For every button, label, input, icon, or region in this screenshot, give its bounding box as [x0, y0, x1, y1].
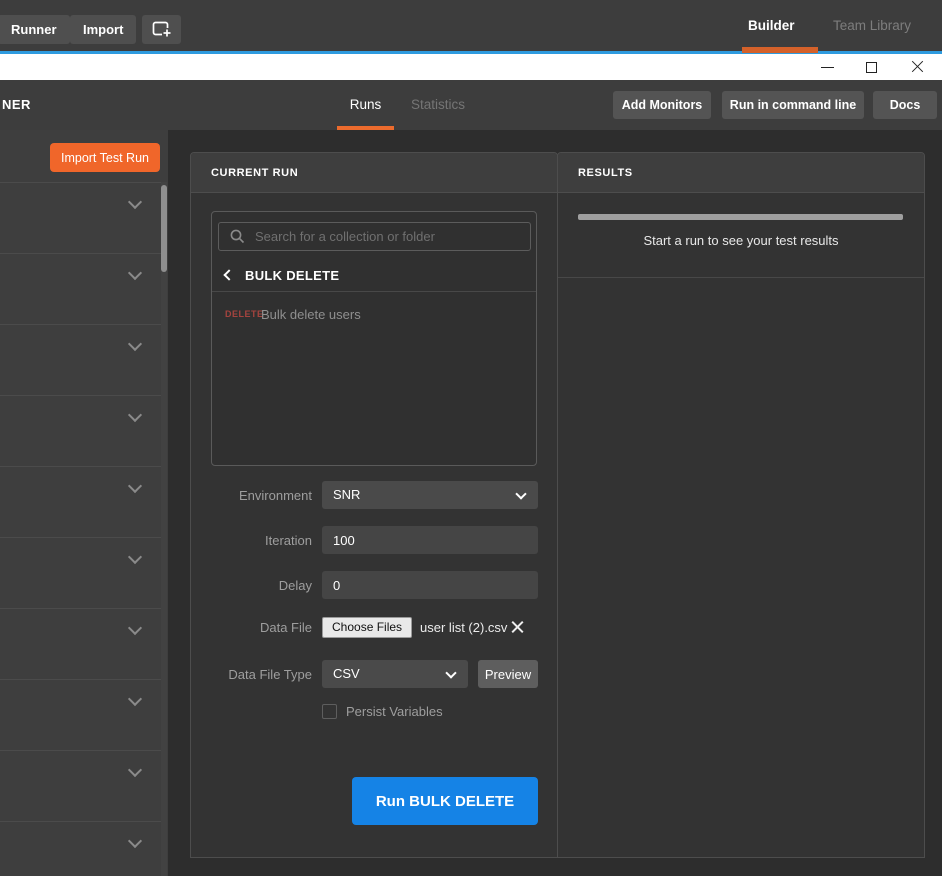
runner-title: NER	[2, 80, 31, 130]
chevron-down-icon[interactable]	[128, 692, 142, 706]
maximize-button[interactable]	[856, 54, 886, 80]
past-run-item[interactable]	[0, 467, 162, 538]
chevron-down-icon	[515, 488, 526, 499]
close-button[interactable]	[902, 54, 932, 80]
chevron-down-icon[interactable]	[128, 550, 142, 564]
past-run-item[interactable]	[0, 751, 162, 822]
minimize-button[interactable]	[812, 54, 842, 80]
results-panel: RESULTS Start a run to see your test res…	[557, 152, 925, 858]
maximize-icon	[866, 62, 877, 73]
results-header: RESULTS	[558, 153, 924, 193]
data-file-label: Data File	[191, 620, 322, 635]
run-progress-bar	[578, 214, 903, 220]
run-collection-button[interactable]: Run BULK DELETE	[352, 777, 538, 825]
delay-input[interactable]	[322, 571, 538, 599]
new-collection-icon	[152, 21, 172, 38]
chevron-down-icon[interactable]	[128, 195, 142, 209]
iteration-input[interactable]	[322, 526, 538, 554]
collection-name: BULK DELETE	[245, 268, 339, 283]
runner-window: Runner Import Builder Team Library NER R…	[0, 0, 942, 876]
tab-statistics[interactable]: Statistics	[403, 80, 473, 130]
import-button[interactable]: Import	[70, 15, 136, 44]
chevron-down-icon[interactable]	[128, 834, 142, 848]
chevron-down-icon[interactable]	[128, 479, 142, 493]
choose-files-button[interactable]: Choose Files	[322, 617, 412, 638]
collection-selector: BULK DELETE DELETE Bulk delete users	[211, 211, 537, 466]
collection-breadcrumb[interactable]: BULK DELETE	[212, 259, 536, 292]
data-file-type-label: Data File Type	[191, 667, 322, 682]
sidebar-scrollbar-thumb[interactable]	[161, 185, 167, 272]
request-method-badge: DELETE	[225, 309, 261, 319]
new-collection-button[interactable]	[142, 15, 181, 44]
minimize-icon	[821, 67, 834, 68]
back-chevron-icon[interactable]	[223, 269, 234, 280]
data-file-type-select[interactable]: CSV	[322, 660, 468, 688]
delay-label: Delay	[191, 578, 322, 593]
iteration-label: Iteration	[191, 533, 322, 548]
persist-variables-label: Persist Variables	[346, 704, 443, 719]
chevron-down-icon[interactable]	[128, 621, 142, 635]
past-runs-sidebar: Import Test Run	[0, 130, 168, 876]
past-run-item[interactable]	[0, 680, 162, 751]
current-run-header: CURRENT RUN	[191, 153, 557, 193]
runner-header: NER Runs Statistics Add Monitors Run in …	[0, 80, 942, 130]
past-run-item[interactable]	[0, 325, 162, 396]
search-icon	[229, 228, 246, 245]
environment-value: SNR	[333, 487, 360, 502]
results-empty-message: Start a run to see your test results	[558, 233, 924, 248]
request-name: Bulk delete users	[261, 307, 361, 322]
past-run-item[interactable]	[0, 396, 162, 467]
import-test-run-button[interactable]: Import Test Run	[50, 143, 160, 172]
past-run-item[interactable]	[0, 254, 162, 325]
past-runs-list	[0, 182, 162, 876]
chevron-down-icon	[445, 667, 456, 678]
environment-select[interactable]: SNR	[322, 481, 538, 509]
preview-button[interactable]: Preview	[478, 660, 538, 688]
chevron-down-icon[interactable]	[128, 266, 142, 280]
results-separator	[558, 277, 924, 278]
chevron-down-icon[interactable]	[128, 408, 142, 422]
builder-active-underline	[742, 47, 818, 53]
current-run-panel: CURRENT RUN BULK DELETE DELETE Bulk dele…	[190, 152, 558, 858]
past-run-item[interactable]	[0, 538, 162, 609]
clear-file-icon[interactable]	[511, 620, 524, 633]
runner-button[interactable]: Runner	[0, 15, 70, 44]
chevron-down-icon[interactable]	[128, 337, 142, 351]
request-list-item[interactable]: DELETE Bulk delete users	[212, 302, 536, 326]
environment-label: Environment	[191, 488, 322, 503]
os-titlebar	[0, 54, 942, 80]
tab-runs[interactable]: Runs	[337, 80, 394, 130]
tab-team-library[interactable]: Team Library	[833, 0, 911, 51]
tab-builder[interactable]: Builder	[748, 0, 795, 51]
collection-search-input[interactable]	[218, 222, 531, 251]
sidebar-scrollbar-track[interactable]	[161, 182, 167, 876]
persist-variables-checkbox[interactable]	[322, 704, 337, 719]
docs-button[interactable]: Docs	[873, 91, 937, 119]
postman-topbar: Runner Import Builder Team Library	[0, 0, 942, 51]
data-file-type-value: CSV	[333, 666, 360, 681]
close-icon	[911, 61, 924, 74]
past-run-item[interactable]	[0, 183, 162, 254]
runs-active-underline	[337, 126, 394, 130]
add-monitors-button[interactable]: Add Monitors	[613, 91, 711, 119]
chevron-down-icon[interactable]	[128, 763, 142, 777]
past-run-item[interactable]	[0, 822, 162, 876]
past-run-item[interactable]	[0, 609, 162, 680]
data-file-name: user list (2).csv	[420, 620, 507, 635]
run-in-command-line-button[interactable]: Run in command line	[722, 91, 864, 119]
